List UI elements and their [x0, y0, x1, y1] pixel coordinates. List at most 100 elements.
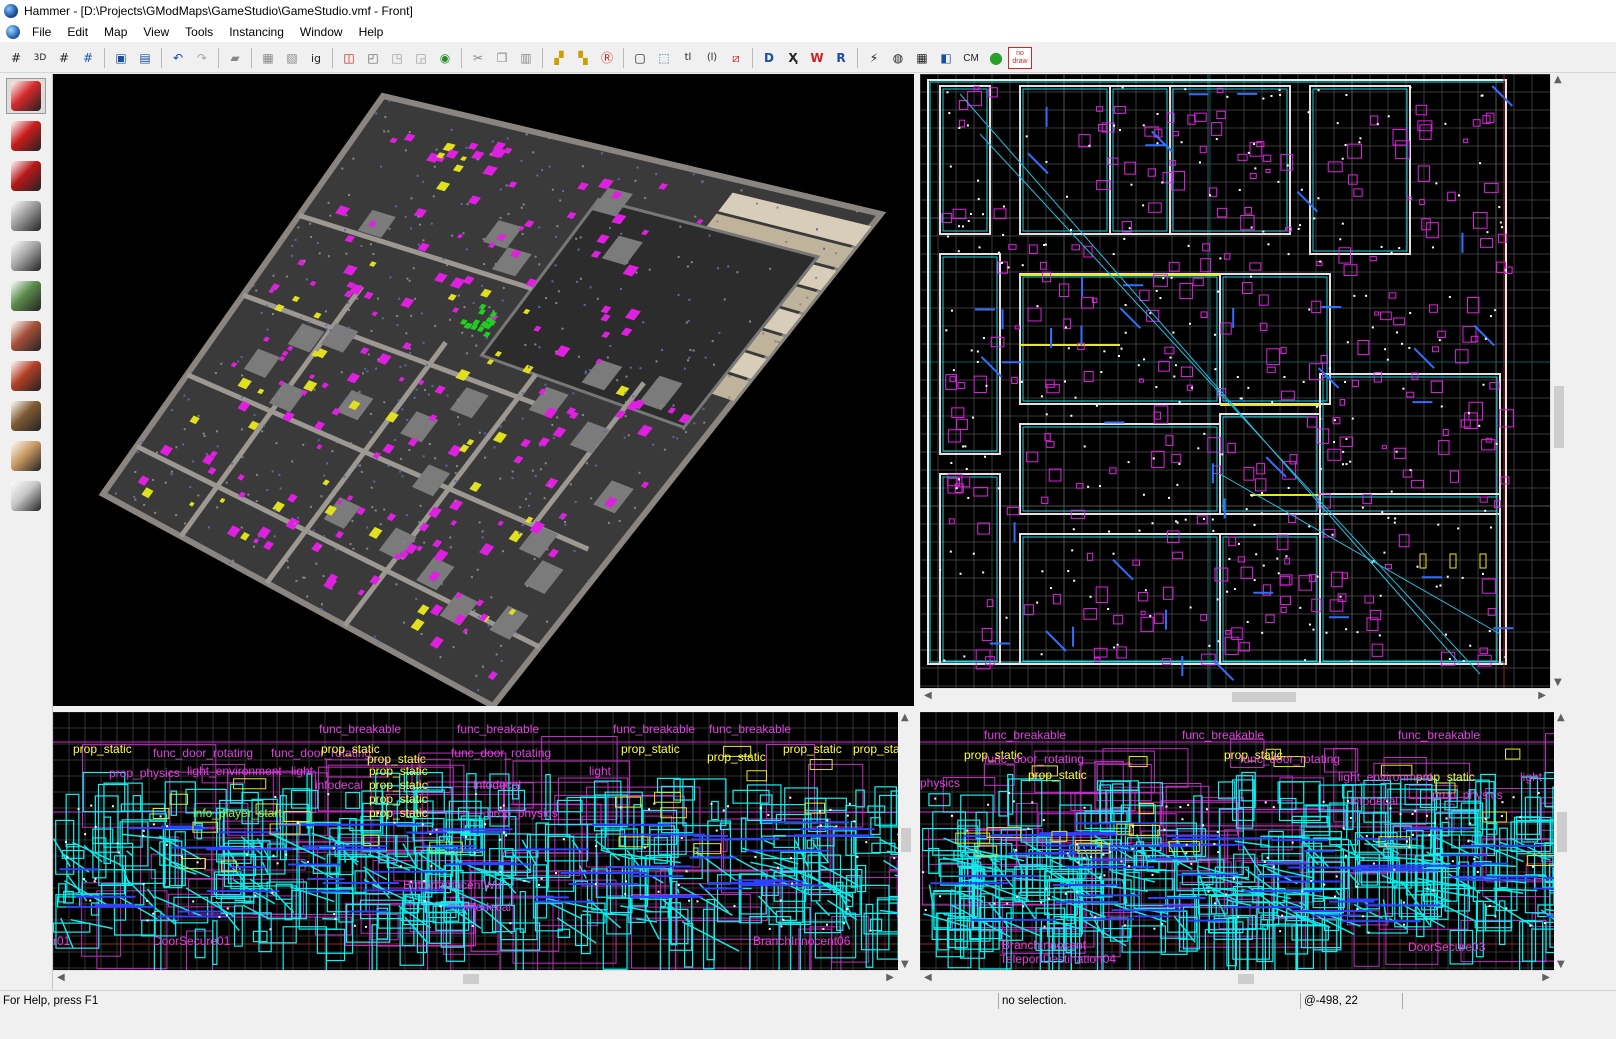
- texture-lock-button[interactable]: ◰: [362, 47, 384, 69]
- menu-help[interactable]: Help: [351, 22, 392, 42]
- selection-tool-button[interactable]: [6, 78, 46, 114]
- scroll-left-icon[interactable]: ◀: [924, 690, 932, 701]
- scroll-up-icon[interactable]: ▲: [1557, 712, 1565, 723]
- select-by-bbox-button[interactable]: ▢: [629, 47, 651, 69]
- bottom-fill: [0, 1010, 1616, 1039]
- smaller-grid-button[interactable]: #: [53, 47, 75, 69]
- viewport-front[interactable]: func_breakable func_breakable func_breakab…: [53, 712, 898, 970]
- map-properties-button[interactable]: ▦: [911, 47, 933, 69]
- menu-tools[interactable]: Tools: [177, 22, 221, 42]
- hammer-app-icon: [4, 4, 18, 18]
- scroll-thumb[interactable]: [1238, 974, 1254, 984]
- viewport-front-hscroll[interactable]: ◀ ▶: [53, 970, 898, 986]
- side-map-render[interactable]: [920, 712, 1554, 970]
- cut-button[interactable]: ✂: [467, 47, 489, 69]
- ignore-groups-button[interactable]: ig: [305, 47, 327, 69]
- scroll-up-icon[interactable]: ▲: [901, 712, 909, 723]
- viewport-top[interactable]: [920, 74, 1550, 688]
- cordon-icon: ⧄: [732, 51, 740, 65]
- viewport-top-vscroll[interactable]: ▲ ▼: [1550, 74, 1566, 688]
- magnify-tool-button[interactable]: [6, 118, 46, 154]
- toggle-vis-button[interactable]: ◫: [338, 47, 360, 69]
- reload-button[interactable]: R: [830, 47, 852, 69]
- cubemap-button[interactable]: CM: [959, 47, 983, 69]
- texture-app-tool-button[interactable]: [6, 278, 46, 314]
- camera-tool-button[interactable]: [6, 158, 46, 194]
- menu-view[interactable]: View: [135, 22, 177, 42]
- status-selection-text: no selection.: [998, 993, 1298, 1009]
- texture-lock-toggle-button[interactable]: tl: [677, 47, 699, 69]
- paste-icon: ▥: [520, 51, 532, 65]
- 3d-grid-button[interactable]: 3D: [29, 47, 51, 69]
- scroll-left-icon[interactable]: ◀: [57, 972, 65, 983]
- cordon-button[interactable]: ⧄: [725, 47, 747, 69]
- menu-edit[interactable]: Edit: [59, 22, 96, 42]
- apply-texture-tool-button[interactable]: [6, 318, 46, 354]
- front-map-render[interactable]: [53, 712, 898, 970]
- vertex-tool-button[interactable]: [6, 478, 46, 514]
- undo-button[interactable]: ↶: [167, 47, 189, 69]
- show-hidden-button[interactable]: ▧: [281, 47, 303, 69]
- scroll-right-icon[interactable]: ▶: [886, 972, 894, 983]
- toggle-radius-button[interactable]: Ⓡ: [596, 47, 618, 69]
- toolbar-separator: [623, 48, 624, 68]
- run-map-button[interactable]: Ҳ: [782, 47, 804, 69]
- toggle-models-button[interactable]: ▚: [572, 47, 594, 69]
- overlay-tool-button[interactable]: [6, 398, 46, 434]
- viewport-front-vscroll[interactable]: ▲ ▼: [898, 712, 914, 970]
- viewport-side-hscroll[interactable]: ◀ ▶: [920, 970, 1554, 986]
- larger-grid-button[interactable]: #: [77, 47, 99, 69]
- viewport-top-hscroll[interactable]: ◀ ▶: [920, 688, 1550, 704]
- entity-report-button[interactable]: ⚡: [863, 47, 885, 69]
- wireframe-button[interactable]: W: [806, 47, 828, 69]
- carve-button[interactable]: ▰: [224, 47, 246, 69]
- auto-visgroup-button[interactable]: ◲: [410, 47, 432, 69]
- copy-button[interactable]: ❐: [491, 47, 513, 69]
- scroll-thumb[interactable]: [463, 974, 479, 984]
- redo-button[interactable]: ↷: [191, 47, 213, 69]
- viewport-3d[interactable]: [53, 74, 914, 706]
- show-info-button[interactable]: ◧: [935, 47, 957, 69]
- select-by-handles-button[interactable]: ⬚: [653, 47, 675, 69]
- clip-tool-button[interactable]: [6, 438, 46, 474]
- viewport-side-vscroll[interactable]: ▲ ▼: [1554, 712, 1570, 970]
- check-problems-button[interactable]: ◍: [887, 47, 909, 69]
- scroll-left-icon[interactable]: ◀: [924, 972, 932, 983]
- entity-tool-button[interactable]: [6, 198, 46, 234]
- scroll-up-icon[interactable]: ▲: [1554, 74, 1562, 85]
- run-icon: Ҳ: [788, 51, 798, 65]
- menu-map[interactable]: Map: [96, 22, 135, 42]
- scroll-right-icon[interactable]: ▶: [1538, 690, 1546, 701]
- hide-selected-button[interactable]: ▦: [257, 47, 279, 69]
- menu-instancing[interactable]: Instancing: [221, 22, 292, 42]
- 3d-map-render[interactable]: [53, 74, 914, 706]
- scroll-thumb[interactable]: [1557, 812, 1567, 852]
- menu-file[interactable]: File: [24, 22, 59, 42]
- auto-visgroup-icon: ◲: [415, 51, 427, 65]
- block-tool-button[interactable]: [6, 238, 46, 274]
- nodraw-toggle-button[interactable]: no draw: [1008, 47, 1032, 69]
- scroll-thumb[interactable]: [1554, 386, 1564, 448]
- align-toggle-button[interactable]: ⟨l⟩: [701, 47, 723, 69]
- scroll-right-icon[interactable]: ▶: [1542, 972, 1550, 983]
- grid-toggle-button[interactable]: #: [5, 47, 27, 69]
- scroll-down-icon[interactable]: ▼: [901, 959, 909, 970]
- document-icon[interactable]: [6, 25, 20, 39]
- scroll-thumb[interactable]: [901, 828, 911, 852]
- paste-button[interactable]: ▥: [515, 47, 537, 69]
- menu-window[interactable]: Window: [292, 22, 351, 42]
- texture-scale-lock-button[interactable]: ◳: [386, 47, 408, 69]
- sprite-button[interactable]: ●: [985, 47, 1007, 69]
- decal-tool-button[interactable]: [6, 358, 46, 394]
- toolbar-separator: [752, 48, 753, 68]
- radius-culling-button[interactable]: ◉: [434, 47, 456, 69]
- scroll-down-icon[interactable]: ▼: [1557, 959, 1565, 970]
- viewport-side[interactable]: func_breakable func_breakable func_breakab…: [920, 712, 1554, 970]
- scroll-down-icon[interactable]: ▼: [1554, 677, 1562, 688]
- 3d-render-button[interactable]: D: [758, 47, 780, 69]
- top-map-render[interactable]: [920, 74, 1550, 688]
- ungroup-button[interactable]: ▤: [134, 47, 156, 69]
- group-button[interactable]: ▣: [110, 47, 132, 69]
- toggle-helpers-button[interactable]: ▞: [548, 47, 570, 69]
- scroll-thumb[interactable]: [1232, 692, 1296, 702]
